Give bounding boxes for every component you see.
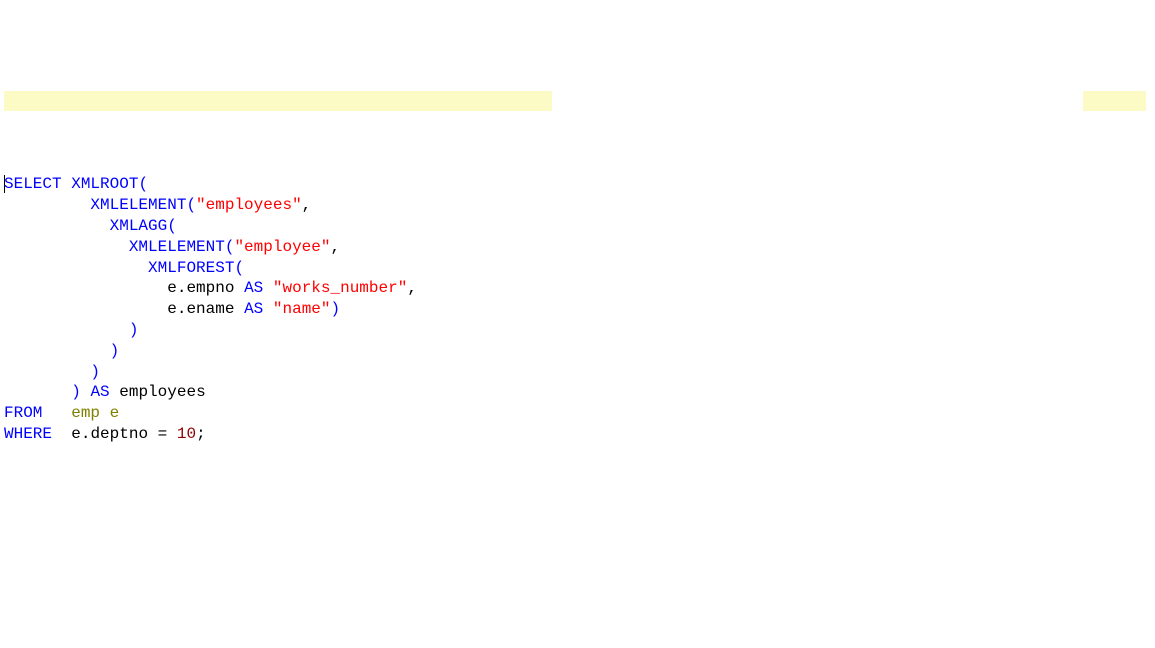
line-highlight-right — [1083, 91, 1146, 111]
dot: . — [177, 279, 187, 297]
string-literal: "employee" — [234, 238, 330, 256]
paren: ) — [129, 321, 139, 339]
comma: , — [330, 238, 340, 256]
code-content: SELECT XMLROOT( XMLELEMENT("employees", … — [4, 174, 1155, 444]
paren: ) — [331, 300, 341, 318]
code-editor[interactable]: SELECT XMLROOT( XMLELEMENT("employees", … — [0, 83, 1155, 465]
code-line-10: ) — [4, 362, 1155, 383]
keyword-as: AS — [90, 383, 109, 401]
identifier: ename — [186, 300, 234, 318]
code-line-2: XMLELEMENT("employees", — [4, 195, 1155, 216]
fn-xmlroot: XMLROOT — [71, 175, 138, 193]
string-literal: "name" — [273, 300, 331, 318]
code-line-3: XMLAGG( — [4, 216, 1155, 237]
paren: ( — [225, 238, 235, 256]
semicolon: ; — [196, 425, 206, 443]
identifier: employees — [119, 383, 205, 401]
code-line-11: ) AS employees — [4, 382, 1155, 403]
fn-xmlelement: XMLELEMENT — [129, 238, 225, 256]
paren: ( — [138, 175, 148, 193]
table-name: emp — [71, 404, 100, 422]
code-line-1: SELECT XMLROOT( — [4, 174, 1155, 195]
code-line-7: e.ename AS "name") — [4, 299, 1155, 320]
keyword-as: AS — [244, 279, 263, 297]
dot: . — [177, 300, 187, 318]
line-highlight-left — [4, 91, 552, 111]
keyword-from: FROM — [4, 404, 42, 422]
string-literal: "works_number" — [273, 279, 407, 297]
identifier: e — [71, 425, 81, 443]
fn-xmlelement: XMLELEMENT — [90, 196, 186, 214]
code-line-9: ) — [4, 341, 1155, 362]
identifier: deptno — [90, 425, 148, 443]
code-line-8: ) — [4, 320, 1155, 341]
fn-xmlforest: XMLFOREST — [148, 259, 234, 277]
table-alias: e — [110, 404, 120, 422]
paren: ( — [234, 259, 244, 277]
comma: , — [302, 196, 312, 214]
paren: ) — [90, 363, 100, 381]
code-line-13: WHERE e.deptno = 10; — [4, 424, 1155, 445]
keyword-select: SELECT — [4, 175, 62, 193]
paren: ) — [71, 383, 81, 401]
fn-xmlagg: XMLAGG — [110, 217, 168, 235]
dot: . — [81, 425, 91, 443]
keyword-as: AS — [244, 300, 263, 318]
code-line-4: XMLELEMENT("employee", — [4, 237, 1155, 258]
number-literal: 10 — [177, 425, 196, 443]
paren: ( — [186, 196, 196, 214]
string-literal: "employees" — [196, 196, 302, 214]
code-line-6: e.empno AS "works_number", — [4, 278, 1155, 299]
paren: ) — [110, 342, 120, 360]
paren: ( — [167, 217, 177, 235]
code-line-12: FROM emp e — [4, 403, 1155, 424]
comma: , — [407, 279, 417, 297]
identifier: empno — [186, 279, 234, 297]
identifier: e — [167, 300, 177, 318]
code-line-5: XMLFOREST( — [4, 258, 1155, 279]
operator-eq: = — [158, 425, 168, 443]
identifier: e — [167, 279, 177, 297]
keyword-where: WHERE — [4, 425, 52, 443]
